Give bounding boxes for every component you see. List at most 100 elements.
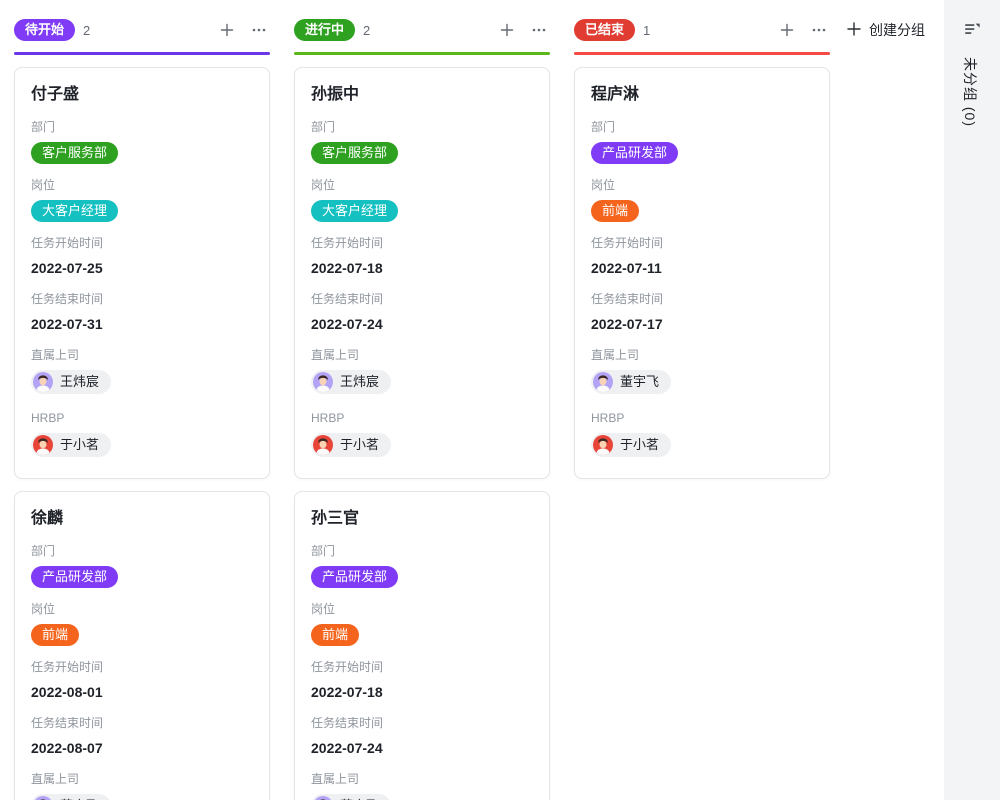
field-label-supervisor: 直属上司 — [31, 771, 253, 788]
supervisor-chip[interactable]: 王炜宸 — [31, 370, 111, 394]
person-avatar-icon — [313, 435, 333, 455]
kanban-card[interactable]: 付子盛 部门 客户服务部 岗位 大客户经理 任务开始时间 2022-07-25 — [14, 67, 270, 479]
ungrouped-label: 未分组 (0) — [960, 57, 980, 127]
kanban-board: 待开始 2 付子盛 部门 客户服务部 — [0, 0, 1000, 800]
supervisor-chip[interactable]: 董宇飞 — [591, 370, 671, 394]
field-label-supervisor: 直属上司 — [311, 347, 533, 364]
kanban-card[interactable]: 徐麟 部门 产品研发部 岗位 前端 任务开始时间 2022-08-01 任务结 — [14, 491, 270, 800]
start-date-value: 2022-07-25 — [31, 258, 253, 278]
card-title: 孙振中 — [311, 84, 533, 106]
card-title: 徐麟 — [31, 508, 253, 530]
person-avatar-icon — [33, 372, 53, 392]
supervisor-chip[interactable]: 王炜宸 — [311, 370, 391, 394]
end-date-value: 2022-08-07 — [31, 738, 253, 758]
hrbp-chip[interactable]: 于小茗 — [591, 433, 671, 457]
field-label-end-time: 任务结束时间 — [31, 291, 253, 308]
field-label-hrbp: HRBP — [311, 410, 533, 427]
field-label-position: 岗位 — [31, 601, 253, 618]
group-status-badge: 待开始 — [14, 19, 75, 41]
field-label-position: 岗位 — [311, 177, 533, 194]
group-count: 2 — [363, 23, 496, 38]
person-name: 于小茗 — [340, 436, 379, 454]
field-label-start-time: 任务开始时间 — [311, 235, 533, 252]
field-label-position: 岗位 — [311, 601, 533, 618]
column-color-line — [294, 52, 550, 55]
card-title: 孙三官 — [311, 508, 533, 530]
column-color-line — [574, 52, 830, 55]
field-label-start-time: 任务开始时间 — [31, 235, 253, 252]
hrbp-chip[interactable]: 于小茗 — [31, 433, 111, 457]
field-label-start-time: 任务开始时间 — [31, 659, 253, 676]
start-date-value: 2022-08-01 — [31, 682, 253, 702]
position-tag[interactable]: 前端 — [591, 200, 639, 222]
column-more-icon[interactable] — [528, 19, 550, 41]
group-status-badge: 已结束 — [574, 19, 635, 41]
card-list: 孙振中 部门 客户服务部 岗位 大客户经理 任务开始时间 2022-07-18 — [294, 67, 550, 800]
department-tag[interactable]: 客户服务部 — [31, 142, 118, 164]
hrbp-chip[interactable]: 于小茗 — [311, 433, 391, 457]
start-date-value: 2022-07-18 — [311, 682, 533, 702]
field-label-position: 岗位 — [31, 177, 253, 194]
position-tag[interactable]: 前端 — [311, 624, 359, 646]
department-tag[interactable]: 客户服务部 — [311, 142, 398, 164]
department-tag[interactable]: 产品研发部 — [311, 566, 398, 588]
field-label-supervisor: 直属上司 — [311, 771, 533, 788]
group-count: 2 — [83, 23, 216, 38]
column-more-icon[interactable] — [808, 19, 830, 41]
card-title: 程庐淋 — [591, 84, 813, 106]
field-label-department: 部门 — [311, 543, 533, 560]
end-date-value: 2022-07-24 — [311, 314, 533, 334]
add-card-icon[interactable] — [496, 19, 518, 41]
field-label-department: 部门 — [591, 119, 813, 136]
column-header: 已结束 1 — [574, 18, 830, 42]
position-tag[interactable]: 大客户经理 — [31, 200, 118, 222]
field-label-position: 岗位 — [591, 177, 813, 194]
position-tag[interactable]: 大客户经理 — [311, 200, 398, 222]
position-tag[interactable]: 前端 — [31, 624, 79, 646]
supervisor-chip[interactable]: 董宇飞 — [31, 794, 111, 800]
column-more-icon[interactable] — [248, 19, 270, 41]
person-name: 董宇飞 — [620, 373, 659, 391]
create-group-label: 创建分组 — [869, 20, 925, 40]
supervisor-chip[interactable]: 董宇飞 — [311, 794, 391, 800]
card-title: 付子盛 — [31, 84, 253, 106]
expand-group-icon[interactable] — [963, 20, 981, 43]
group-count: 1 — [643, 23, 776, 38]
person-name: 王炜宸 — [340, 373, 379, 391]
ungrouped-panel[interactable]: 未分组 (0) — [944, 0, 1000, 800]
field-label-end-time: 任务结束时间 — [591, 291, 813, 308]
field-label-hrbp: HRBP — [31, 410, 253, 427]
plus-icon — [846, 21, 862, 40]
kanban-column-inprogress: 进行中 2 孙振中 部门 客户服务部 — [294, 18, 550, 800]
card-list: 程庐淋 部门 产品研发部 岗位 前端 任务开始时间 2022-07-11 任务 — [574, 67, 830, 479]
add-card-icon[interactable] — [776, 19, 798, 41]
end-date-value: 2022-07-17 — [591, 314, 813, 334]
group-status-badge: 进行中 — [294, 19, 355, 41]
add-card-icon[interactable] — [216, 19, 238, 41]
field-label-department: 部门 — [31, 543, 253, 560]
kanban-column-todo: 待开始 2 付子盛 部门 客户服务部 — [14, 18, 270, 800]
create-group-button[interactable]: 创建分组 — [846, 20, 925, 40]
department-tag[interactable]: 产品研发部 — [591, 142, 678, 164]
start-date-value: 2022-07-18 — [311, 258, 533, 278]
field-label-start-time: 任务开始时间 — [311, 659, 533, 676]
person-avatar-icon — [593, 372, 613, 392]
field-label-end-time: 任务结束时间 — [311, 715, 533, 732]
kanban-card[interactable]: 程庐淋 部门 产品研发部 岗位 前端 任务开始时间 2022-07-11 任务 — [574, 67, 830, 479]
kanban-card[interactable]: 孙三官 部门 产品研发部 岗位 前端 任务开始时间 2022-07-18 任务 — [294, 491, 550, 800]
card-list: 付子盛 部门 客户服务部 岗位 大客户经理 任务开始时间 2022-07-25 — [14, 67, 270, 800]
department-tag[interactable]: 产品研发部 — [31, 566, 118, 588]
field-label-end-time: 任务结束时间 — [311, 291, 533, 308]
end-date-value: 2022-07-31 — [31, 314, 253, 334]
field-label-start-time: 任务开始时间 — [591, 235, 813, 252]
kanban-columns: 待开始 2 付子盛 部门 客户服务部 — [0, 0, 1000, 800]
field-label-department: 部门 — [31, 119, 253, 136]
person-avatar-icon — [313, 372, 333, 392]
field-label-hrbp: HRBP — [591, 410, 813, 427]
person-avatar-icon — [33, 796, 53, 800]
person-avatar-icon — [33, 435, 53, 455]
person-name: 王炜宸 — [60, 373, 99, 391]
person-avatar-icon — [593, 435, 613, 455]
kanban-card[interactable]: 孙振中 部门 客户服务部 岗位 大客户经理 任务开始时间 2022-07-18 — [294, 67, 550, 479]
column-header: 待开始 2 — [14, 18, 270, 42]
